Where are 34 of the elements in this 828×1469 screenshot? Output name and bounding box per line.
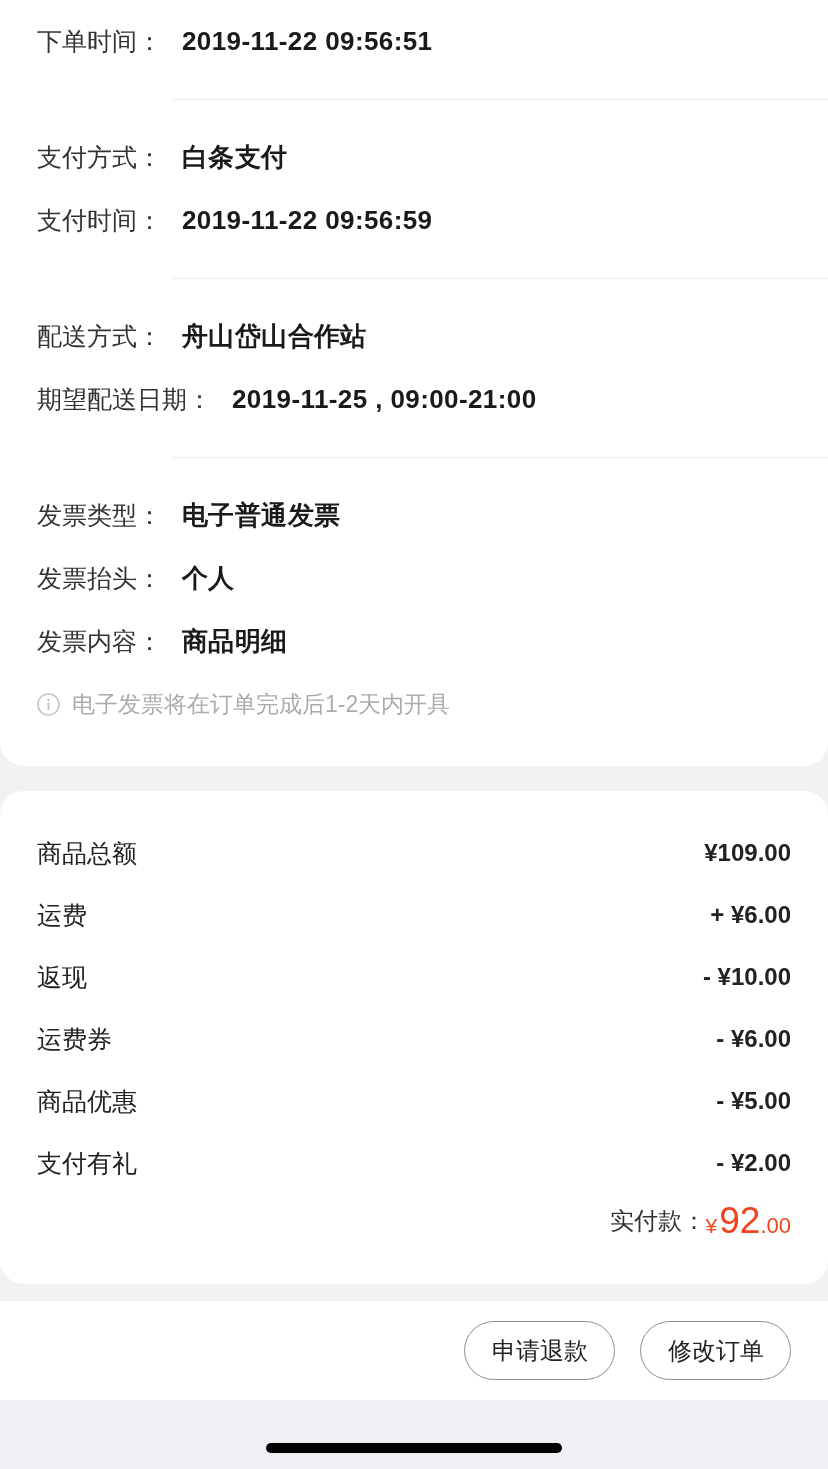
action-button[interactable]: 申请退款	[464, 1321, 615, 1380]
field-label: 支付方式：	[37, 142, 162, 173]
field-label: 下单时间：	[37, 26, 162, 57]
field-value: 2019-11-22 09:56:51	[182, 26, 433, 57]
field-value: 2019-11-22 09:56:59	[182, 205, 433, 236]
price-label: 返现	[37, 961, 87, 993]
field-value: 电子普通发票	[182, 499, 341, 532]
field-label: 支付时间：	[37, 205, 162, 236]
price-label: 运费	[37, 899, 87, 931]
price-label: 运费券	[37, 1023, 112, 1055]
info-icon	[37, 693, 60, 716]
price-label: 支付有礼	[37, 1147, 137, 1179]
price-value: - ¥6.00	[716, 1025, 791, 1053]
total-price: ¥92.00	[705, 1200, 791, 1242]
price-label: 商品总额	[37, 837, 137, 869]
field-value: 个人	[182, 562, 235, 595]
price-value: - ¥10.00	[702, 963, 791, 991]
field-label: 发票类型：	[37, 500, 162, 531]
price-value: + ¥6.00	[710, 901, 791, 929]
field-label: 期望配送日期：	[37, 384, 212, 415]
price-value: - ¥5.00	[716, 1087, 791, 1115]
field-label: 发票抬头：	[37, 563, 162, 594]
action-button[interactable]: 修改订单	[640, 1321, 791, 1380]
invoice-note: 电子发票将在订单完成后1-2天内开具	[72, 690, 451, 719]
field-label: 发票内容：	[37, 626, 162, 657]
field-value: 商品明细	[182, 625, 288, 658]
field-value: 白条支付	[182, 141, 288, 174]
price-value: - ¥2.00	[716, 1149, 791, 1177]
field-label: 配送方式：	[37, 321, 162, 352]
price-label: 商品优惠	[37, 1085, 137, 1117]
total-label: 实付款：	[609, 1206, 706, 1236]
field-value: 2019-11-25 , 09:00-21:00	[232, 384, 537, 415]
price-value: ¥109.00	[704, 839, 791, 867]
field-value: 舟山岱山合作站	[182, 320, 367, 353]
